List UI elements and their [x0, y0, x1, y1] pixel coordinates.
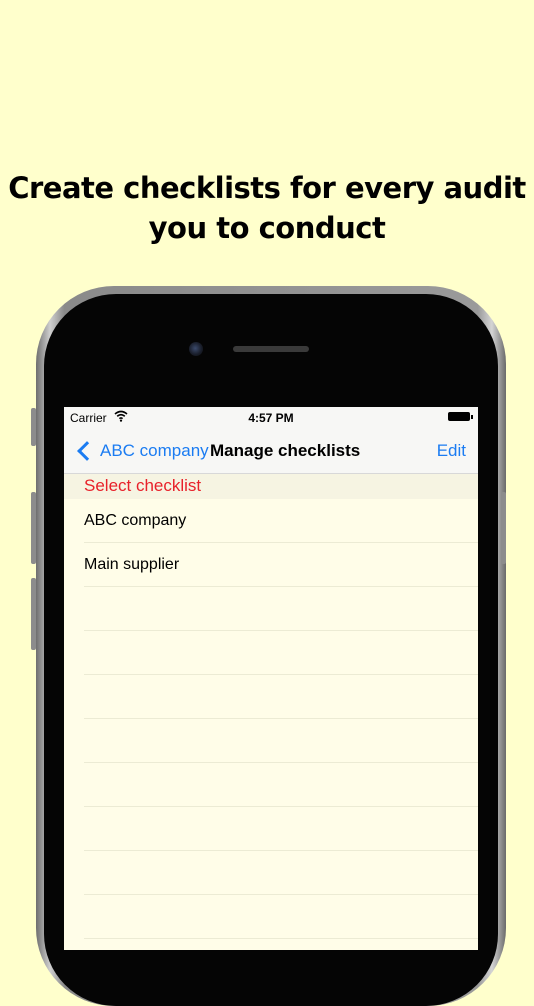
front-camera: [189, 342, 203, 356]
earpiece-speaker: [233, 346, 309, 352]
section-header-label: Select checklist: [84, 476, 202, 495]
empty-row: [84, 851, 478, 895]
back-button-label: ABC company: [100, 441, 209, 460]
status-bar: Carrier 4:57 PM: [64, 407, 478, 429]
empty-row: [84, 631, 478, 675]
promo-headline-line1: Create checklists for every audit: [8, 171, 526, 205]
list-item-label: Main supplier: [84, 556, 180, 573]
list-item[interactable]: Main supplier: [84, 543, 478, 587]
checklist-list: ABC company Main supplier: [64, 499, 478, 939]
list-item[interactable]: ABC company: [84, 499, 478, 543]
empty-row: [84, 763, 478, 807]
section-header: Select checklist: [64, 474, 478, 499]
battery-icon: [448, 412, 473, 421]
empty-row: [84, 719, 478, 763]
empty-row: [84, 675, 478, 719]
list-item-label: ABC company: [84, 512, 187, 529]
mute-switch: [31, 578, 36, 650]
empty-row: [84, 895, 478, 939]
promo-headline: Create checklists for every audit you to…: [0, 168, 534, 248]
empty-row: [84, 807, 478, 851]
edit-button[interactable]: Edit: [437, 441, 466, 461]
page-title: Manage checklists: [210, 441, 361, 460]
promo-headline-line2: you to conduct: [148, 211, 386, 245]
power-button: [501, 492, 506, 564]
volume-up-button: [31, 408, 36, 446]
volume-down-button: [31, 492, 36, 564]
empty-row: [84, 587, 478, 631]
navigation-bar: ABC company Manage checklists Edit: [64, 429, 478, 474]
chevron-left-icon: [77, 441, 97, 461]
phone-screen: Carrier 4:57 PM ABC company Manage check…: [64, 407, 478, 950]
status-time: 4:57 PM: [248, 411, 294, 425]
back-button[interactable]: ABC company: [76, 439, 209, 463]
